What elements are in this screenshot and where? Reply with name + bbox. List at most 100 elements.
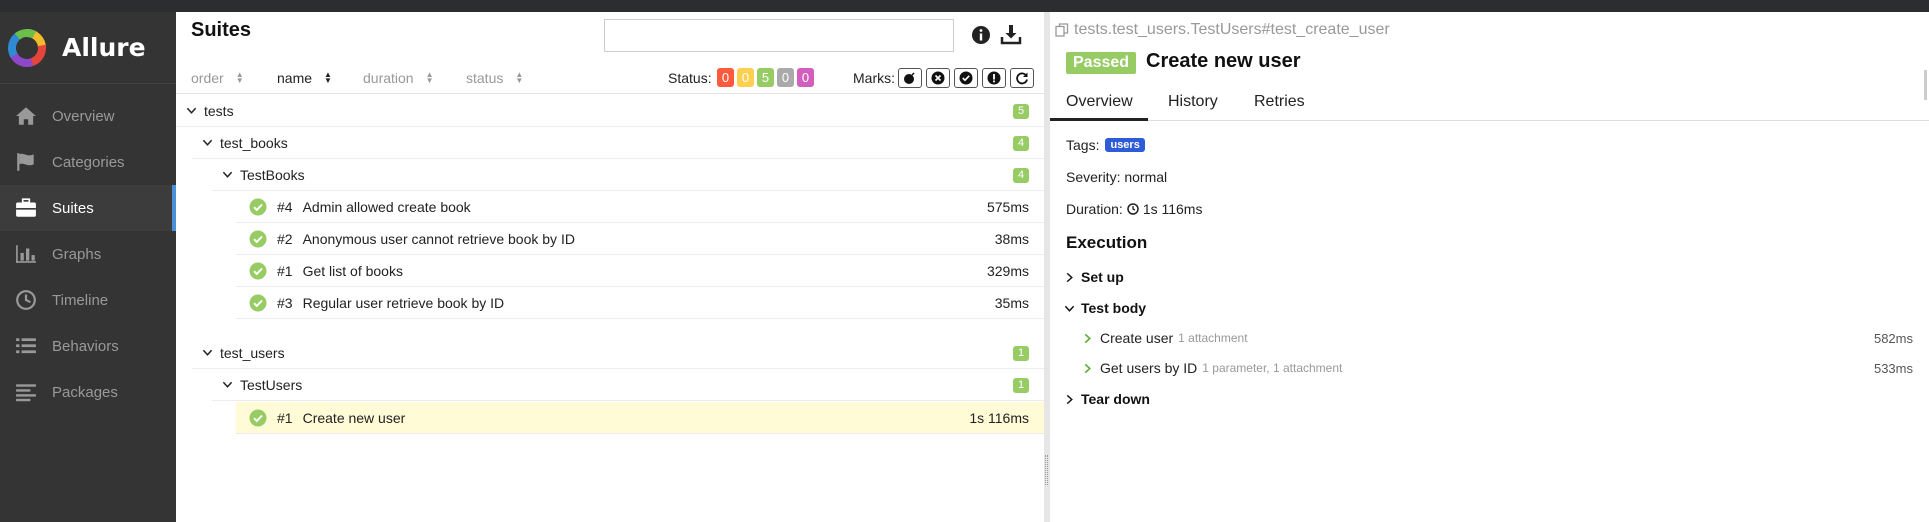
test-detail-pane: tests.test_users.TestUsers#test_create_u…: [1050, 12, 1929, 522]
clock-icon: [1127, 203, 1139, 215]
times-circle-icon: [931, 71, 945, 85]
sidebar: Allure Overview Categories Suites Graphs…: [0, 12, 176, 522]
chevron-down-icon: [184, 104, 198, 118]
step-duration: 533ms: [1873, 360, 1913, 376]
status-unknown-toggle[interactable]: 0: [797, 68, 814, 87]
tree-group-test-books[interactable]: test_books 4: [192, 127, 1044, 159]
tab-history[interactable]: History: [1168, 93, 1218, 111]
count-badge: 1: [1013, 378, 1029, 393]
step-row[interactable]: Create user 1 attachment 582ms: [1080, 330, 1920, 346]
clock-icon: [14, 290, 38, 310]
sort-status[interactable]: status ▲ ▼: [466, 70, 523, 86]
chevron-right-icon: [1080, 361, 1094, 375]
status-failed-toggle[interactable]: 0: [717, 68, 734, 87]
app-name: Allure: [62, 33, 146, 62]
sort-icon: ▲ ▼: [324, 70, 332, 85]
setup-section[interactable]: Set up: [1062, 269, 1124, 285]
mark-new-failed-toggle[interactable]: [926, 68, 950, 88]
setup-label: Set up: [1081, 269, 1124, 285]
download-icon[interactable]: [1000, 23, 1022, 45]
sort-order-label: order: [191, 70, 224, 86]
detail-tabs: Overview History Retries: [1050, 85, 1929, 121]
test-body-section[interactable]: Test body: [1062, 300, 1146, 316]
step-meta: 1 parameter, 1 attachment: [1202, 361, 1343, 375]
duration-line: Duration: 1s 116ms: [1066, 201, 1202, 217]
sidebar-item-label: Overview: [52, 107, 115, 125]
duration-label: Duration:: [1066, 201, 1123, 217]
group-name: tests: [204, 102, 234, 119]
sidebar-item-behaviors[interactable]: Behaviors: [0, 323, 176, 369]
sidebar-item-timeline[interactable]: Timeline: [0, 277, 176, 323]
sidebar-item-overview[interactable]: Overview: [0, 93, 176, 139]
brand[interactable]: Allure: [0, 12, 176, 84]
sort-duration[interactable]: duration ▲ ▼: [363, 70, 434, 86]
sidebar-nav: Overview Categories Suites Graphs Timeli…: [0, 93, 176, 415]
sort-duration-label: duration: [363, 70, 414, 86]
align-left-icon: [14, 382, 38, 402]
group-name: TestUsers: [240, 376, 303, 393]
teardown-label: Tear down: [1081, 391, 1150, 407]
step-name: Get users by ID: [1100, 360, 1198, 376]
test-case-row-selected[interactable]: #1 Create new user 1s 116ms: [236, 402, 1044, 434]
chevron-right-icon: [1062, 392, 1076, 406]
tree-group-tests[interactable]: tests 5: [176, 95, 1044, 127]
test-case-row[interactable]: #1 Get list of books 329ms: [236, 255, 1044, 287]
chevron-down-icon: [220, 378, 234, 392]
check-circle-icon: [249, 294, 267, 311]
test-order: #4: [277, 198, 293, 215]
tab-overview[interactable]: Overview: [1066, 93, 1133, 111]
info-icon[interactable]: [971, 25, 991, 45]
status-skipped-toggle[interactable]: 0: [777, 68, 794, 87]
status-passed-toggle[interactable]: 5: [757, 68, 774, 87]
bar-chart-icon: [14, 244, 38, 264]
mark-retries-toggle[interactable]: [1010, 68, 1034, 88]
test-name: Regular user retrieve book by ID: [302, 294, 505, 311]
test-case-row[interactable]: #3 Regular user retrieve book by ID 35ms: [236, 287, 1044, 319]
test-duration: 329ms: [986, 263, 1029, 279]
group-name: TestBooks: [240, 166, 305, 183]
teardown-section[interactable]: Tear down: [1062, 391, 1150, 407]
status-broken-toggle[interactable]: 0: [737, 68, 754, 87]
resize-handle[interactable]: [1045, 455, 1048, 485]
severity-line: Severity: normal: [1066, 169, 1168, 185]
tree-group-testbooks[interactable]: TestBooks 4: [212, 159, 1044, 191]
home-icon: [14, 106, 38, 126]
search-input[interactable]: [604, 19, 954, 52]
sort-name[interactable]: name ▲ ▼: [277, 70, 332, 86]
test-case-row[interactable]: #4 Admin allowed create book 575ms: [236, 191, 1044, 223]
mark-new-broken-toggle[interactable]: [982, 68, 1006, 88]
sort-name-label: name: [277, 70, 313, 86]
scrollbar[interactable]: [1924, 70, 1927, 100]
sidebar-item-packages[interactable]: Packages: [0, 369, 176, 415]
test-case-row[interactable]: #2 Anonymous user cannot retrieve book b…: [236, 223, 1044, 255]
test-path-text: tests.test_users.TestUsers#test_create_u…: [1074, 21, 1390, 38]
step-row[interactable]: Get users by ID 1 parameter, 1 attachmen…: [1080, 360, 1920, 376]
test-body-label: Test body: [1081, 300, 1147, 316]
step-meta: 1 attachment: [1178, 331, 1248, 345]
sort-order[interactable]: order ▲ ▼: [191, 70, 244, 86]
sidebar-item-label: Graphs: [52, 245, 102, 263]
test-full-path[interactable]: tests.test_users.TestUsers#test_create_u…: [1055, 21, 1390, 39]
flag-icon: [14, 152, 38, 172]
check-circle-icon: [249, 409, 267, 426]
sidebar-item-graphs[interactable]: Graphs: [0, 231, 176, 277]
sidebar-item-categories[interactable]: Categories: [0, 139, 176, 185]
chevron-right-icon: [1080, 331, 1094, 345]
mark-new-passed-toggle[interactable]: [954, 68, 978, 88]
tab-retries[interactable]: Retries: [1254, 93, 1305, 111]
test-order: #2: [277, 230, 293, 247]
count-badge: 5: [1013, 104, 1029, 119]
sidebar-item-suites[interactable]: Suites: [0, 185, 176, 231]
allure-logo-icon: [8, 28, 46, 67]
tree-group-test-users[interactable]: test_users 1: [192, 337, 1044, 369]
check-circle-icon: [249, 262, 267, 279]
chevron-down-icon: [1062, 301, 1076, 315]
tree-group-testusers[interactable]: TestUsers 1: [212, 369, 1044, 401]
copy-icon[interactable]: [1055, 23, 1069, 37]
tag-badge[interactable]: users: [1105, 138, 1145, 152]
test-title: Create new user: [1146, 50, 1301, 72]
test-order: #1: [277, 262, 293, 279]
sort-icon: ▲ ▼: [515, 70, 524, 85]
mark-flaky-toggle[interactable]: [898, 68, 922, 88]
test-name: Admin allowed create book: [302, 198, 471, 215]
